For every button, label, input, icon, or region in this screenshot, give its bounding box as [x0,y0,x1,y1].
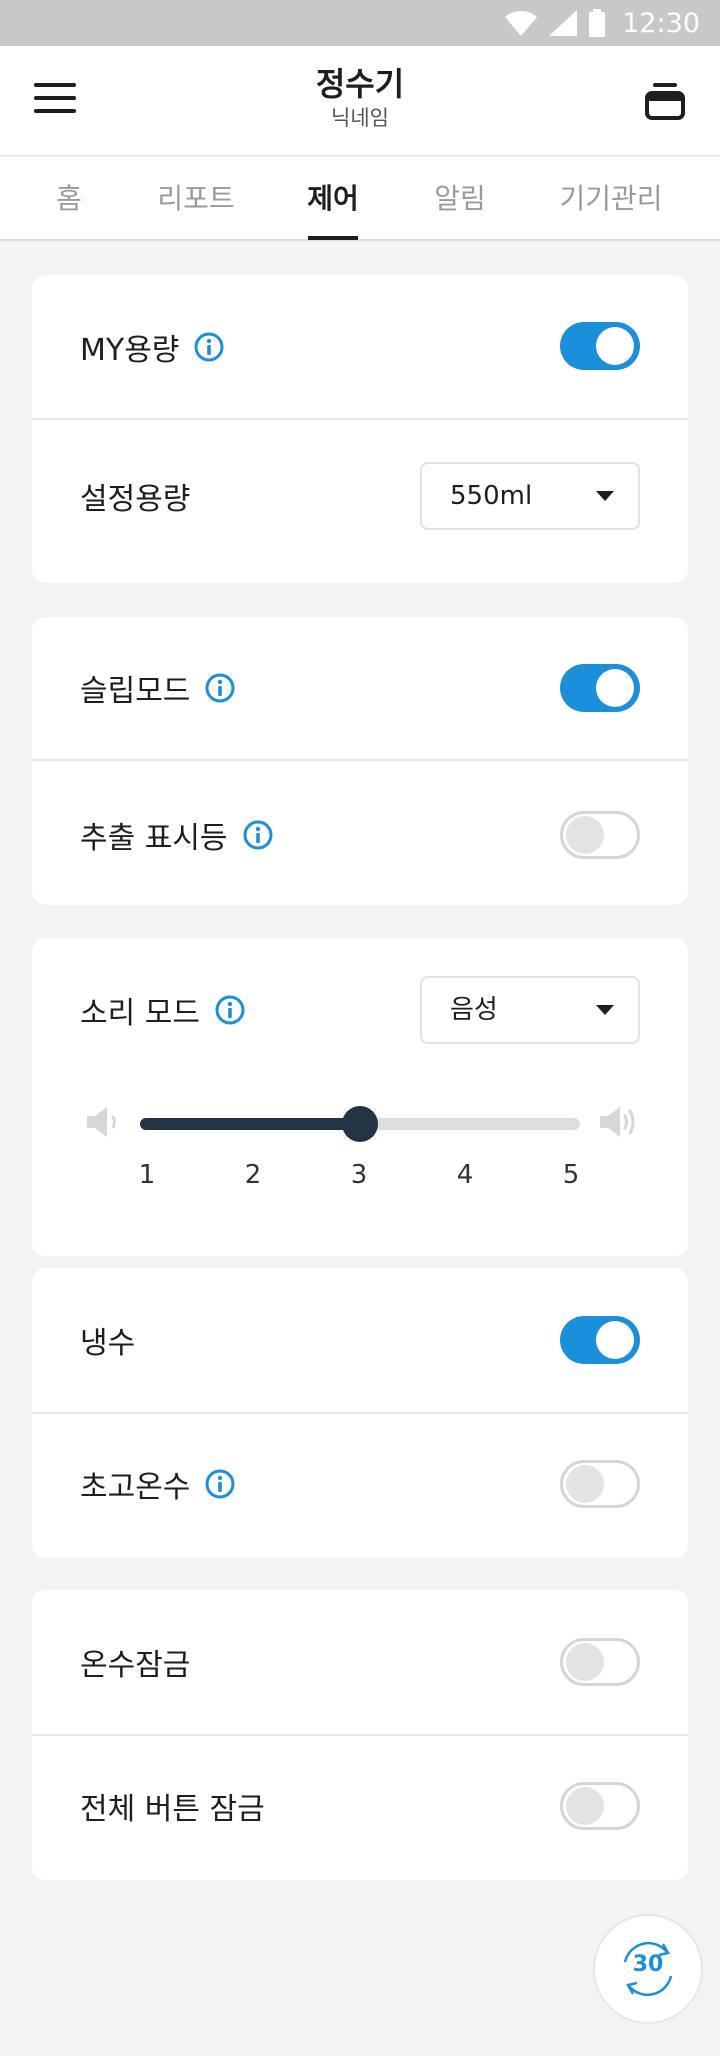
extra-hot-water-label: 초고온수 [80,1470,191,1505]
dispense-light-toggle[interactable] [560,811,640,859]
device-switch-icon[interactable] [644,80,686,122]
sound-mode-value: 음성 [450,995,498,1025]
extra-hot-water-toggle[interactable] [560,1460,640,1508]
hot-water-lock-row: 온수잠금 [32,1590,688,1734]
dispense-light-row: 추출 표시등 [32,761,688,905]
info-icon[interactable] [193,331,225,363]
cold-water-row: 냉수 [32,1268,688,1412]
set-volume-label: 설정용량 [80,482,191,517]
volume-tick-label: 1 [138,1160,156,1190]
volume-tick-label: 5 [562,1160,580,1190]
hot-water-lock-toggle[interactable] [560,1638,640,1686]
volume-low-icon [87,1107,116,1137]
timer-button[interactable]: 30 [593,1914,703,2024]
sleep-mode-label: 슬립모드 [80,674,191,709]
sound-mode-select[interactable]: 음성 [420,976,640,1044]
sound-card: 소리 모드 음성 1 2 3 4 5 [32,938,688,1256]
tab-bar: 홈 리포트 제어 알림 기기관리 [0,157,720,241]
dispense-light-label: 추출 표시등 [80,821,228,856]
tab-alerts[interactable]: 알림 [420,157,500,241]
hot-water-lock-label: 온수잠금 [80,1648,191,1683]
tab-control[interactable]: 제어 [294,157,372,241]
cold-water-label: 냉수 [80,1326,136,1361]
tab-device-management[interactable]: 기기관리 [552,157,670,241]
my-volume-row: MY용량 [32,275,688,418]
volume-slider-thumb[interactable] [342,1106,378,1142]
active-tab-indicator [308,236,358,240]
header-titles: 정수기 닉네임 [0,64,720,132]
extra-hot-water-row: 초고온수 [32,1414,688,1558]
display-card: 슬립모드 추출 표시등 [32,617,688,905]
all-buttons-lock-row: 전체 버튼 잠금 [32,1736,688,1880]
cellular-signal-icon [549,10,578,36]
info-icon[interactable] [242,819,274,851]
app-header: 정수기 닉네임 [0,46,720,156]
timer-value: 30 [632,1952,664,1977]
volume-card: MY용량 설정용량 550ml [32,275,688,583]
volume-tick-label: 4 [456,1160,474,1190]
my-volume-toggle[interactable] [560,322,640,370]
volume-slider[interactable] [140,1106,580,1142]
info-icon[interactable] [214,994,246,1026]
status-time: 12:30 [622,7,700,39]
device-nickname: 닉네임 [331,106,389,130]
set-volume-row: 설정용량 550ml [32,420,688,583]
sleep-mode-toggle[interactable] [560,664,640,712]
lock-card: 온수잠금 전체 버튼 잠금 [32,1590,688,1880]
all-buttons-lock-toggle[interactable] [560,1782,640,1830]
chevron-down-icon [596,1005,614,1015]
sleep-mode-row: 슬립모드 [32,617,688,759]
volume-tick-label: 2 [244,1160,262,1190]
tab-home[interactable]: 홈 [40,157,98,241]
page-title: 정수기 [315,65,405,103]
volume-tick-label: 3 [350,1160,368,1190]
sound-mode-label: 소리 모드 [80,996,200,1031]
cold-water-toggle[interactable] [560,1316,640,1364]
chevron-down-icon [596,491,614,501]
battery-icon [589,9,606,37]
tab-report[interactable]: 리포트 [148,157,244,241]
set-volume-select[interactable]: 550ml [420,462,640,530]
volume-high-icon [600,1107,635,1137]
info-icon[interactable] [204,1468,236,1500]
all-buttons-lock-label: 전체 버튼 잠금 [80,1792,265,1827]
volume-slider-fill [140,1118,360,1130]
my-volume-label: MY용량 [80,333,180,368]
info-icon[interactable] [204,672,236,704]
set-volume-value: 550ml [450,481,533,511]
status-bar: 12:30 [0,0,720,46]
wifi-icon [505,11,538,36]
water-card: 냉수 초고온수 [32,1268,688,1558]
